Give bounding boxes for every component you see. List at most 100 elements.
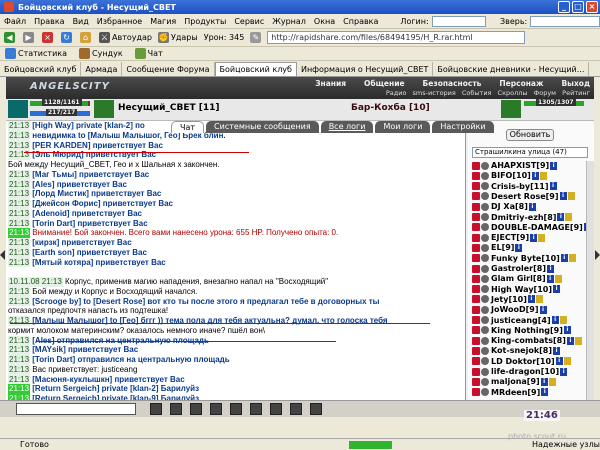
player-nick[interactable]: Gastroler[8] xyxy=(491,264,546,273)
player-list-item[interactable]: maljona[9] i xyxy=(472,377,556,387)
player-nick[interactable]: EL[9] xyxy=(491,243,514,252)
private-icon[interactable] xyxy=(472,161,480,170)
tab-player-info[interactable]: Информация о Несущий_СВЕТ xyxy=(297,62,434,76)
chat-timestamp[interactable]: 21:13 xyxy=(8,121,31,131)
nav-exit[interactable]: Выход xyxy=(561,79,590,88)
chat-message-input[interactable] xyxy=(16,403,136,415)
nav-security[interactable]: Безопасность xyxy=(423,79,482,88)
player-list-item[interactable]: Desert Rose[9] i xyxy=(472,192,575,202)
music-button[interactable] xyxy=(290,403,302,415)
info-icon[interactable]: i xyxy=(528,202,536,211)
subnav-sms[interactable]: sms-история xyxy=(413,89,456,97)
player1-name[interactable]: Несущий_СВЕТ [11] xyxy=(118,103,220,113)
chat-timestamp[interactable]: 21:13 xyxy=(8,345,31,355)
private-icon[interactable] xyxy=(472,346,480,355)
autoattack-button[interactable]: ⚔ Автоудар xyxy=(97,30,154,45)
nav-character[interactable]: Персонаж xyxy=(499,79,543,88)
tab-settings[interactable]: Настройки xyxy=(432,121,494,133)
chat-timestamp[interactable]: 21:13 xyxy=(8,364,31,375)
private-icon[interactable] xyxy=(472,377,480,386)
player-nick[interactable]: Glam Girl[8] xyxy=(491,274,546,283)
menu-help[interactable]: Справка xyxy=(343,17,378,26)
player-list-item[interactable]: DJ Xa[8] i xyxy=(472,202,536,212)
player-nick[interactable]: life-dragon[10] xyxy=(491,367,559,376)
send-button[interactable] xyxy=(150,403,162,415)
chat-timestamp[interactable]: 21:13 xyxy=(8,355,31,365)
player-list-item[interactable]: Dmitriy-ezh[8] i xyxy=(472,213,573,223)
tools-button[interactable]: ✎ xyxy=(248,30,265,45)
info-icon[interactable]: i xyxy=(527,295,535,304)
info-icon[interactable]: i xyxy=(560,254,568,263)
nav-communication[interactable]: Общение xyxy=(364,79,405,88)
info-icon[interactable]: i xyxy=(559,192,567,201)
options-button[interactable] xyxy=(310,403,322,415)
player-nick[interactable]: King-combats[8] xyxy=(491,336,566,345)
subnav-rating[interactable]: Рейтинг xyxy=(562,89,590,97)
chat-timestamp[interactable]: 21:13 xyxy=(8,189,31,199)
fav-chest[interactable]: Сундук xyxy=(77,47,125,60)
info-icon[interactable]: i xyxy=(546,264,554,273)
horizontal-scrollbar[interactable] xyxy=(0,417,600,429)
player-list-item[interactable]: justiceang[4] i xyxy=(472,316,567,326)
fav-chat[interactable]: Чат xyxy=(133,47,165,60)
private-icon[interactable] xyxy=(472,357,480,366)
player-nick[interactable]: Crisis-by[11] xyxy=(491,182,549,191)
info-icon[interactable]: i xyxy=(553,285,560,294)
subnav-forum[interactable]: Форум xyxy=(534,89,556,97)
player-list-item[interactable]: MRdeen[9] i xyxy=(472,388,549,398)
player-list-item[interactable]: Jety[10] i xyxy=(472,295,543,305)
chat-log[interactable]: 21:13 [High Way] private [klan-2] по 21:1… xyxy=(6,121,466,400)
player-nick[interactable]: MRdeen[9] xyxy=(491,388,540,397)
player-nick[interactable]: EJECT[9] xyxy=(491,233,529,242)
menu-view[interactable]: Вид xyxy=(73,17,89,26)
info-icon[interactable]: i xyxy=(566,336,574,345)
beast-select[interactable] xyxy=(530,15,600,27)
player-nick[interactable]: Dmitriy-ezh[8] xyxy=(491,213,556,222)
tab-all-logs[interactable]: Все логи xyxy=(320,121,374,133)
private-icon[interactable] xyxy=(472,326,480,335)
info-icon[interactable]: i xyxy=(557,213,565,221)
private-icon[interactable] xyxy=(472,295,480,304)
maximize-button[interactable]: □ xyxy=(572,1,584,13)
player-nick[interactable]: Jety[10] xyxy=(491,295,527,304)
player-nick[interactable]: Kot-snejok[8] xyxy=(491,346,552,355)
player-nick[interactable]: maljona[9] xyxy=(491,377,540,386)
refresh-chat-button[interactable] xyxy=(270,403,282,415)
clear-button[interactable] xyxy=(190,403,202,415)
login-field[interactable] xyxy=(431,15,486,27)
info-icon[interactable]: i xyxy=(560,367,568,376)
menu-magic[interactable]: Магия xyxy=(150,17,176,26)
chat-timestamp[interactable]: 21:13 xyxy=(8,296,31,307)
chat-timestamp[interactable]: 21:13 xyxy=(8,286,31,297)
chat-timestamp[interactable]: 21:13 xyxy=(8,238,31,248)
private-icon[interactable] xyxy=(472,182,480,191)
subnav-scrolls[interactable]: Скроллы xyxy=(498,89,528,97)
menu-file[interactable]: Файл xyxy=(4,17,26,26)
player-list-scrollbar[interactable] xyxy=(586,161,594,400)
chat-timestamp[interactable]: 21:13 xyxy=(8,247,31,258)
chat-timestamp[interactable]: 21:13 xyxy=(8,140,31,151)
player-nick[interactable]: DOUBLE-DAMAGE[9] xyxy=(491,223,583,232)
private-icon[interactable] xyxy=(472,243,480,252)
chat-timestamp[interactable]: 21:13 xyxy=(8,228,31,238)
info-icon[interactable]: i xyxy=(531,171,539,180)
player-nick[interactable]: King Nothing[9] xyxy=(491,326,563,335)
private-icon[interactable] xyxy=(472,192,480,201)
tab-system-messages[interactable]: Системные сообщения xyxy=(206,121,319,133)
tab-diaries[interactable]: Бойцовские дневники - Несущий... xyxy=(433,62,590,76)
info-icon[interactable]: i xyxy=(546,274,554,283)
info-icon[interactable]: i xyxy=(541,388,549,397)
info-icon[interactable]: i xyxy=(539,305,547,314)
private-icon[interactable] xyxy=(472,336,480,345)
player-list-item[interactable]: Kot-snejok[8] i xyxy=(472,346,561,356)
subnav-events[interactable]: События xyxy=(462,89,492,97)
player-list-item[interactable]: life-dragon[10] i xyxy=(472,367,568,377)
left-arrow-icon[interactable] xyxy=(0,250,5,260)
private-icon[interactable] xyxy=(472,171,480,180)
menu-journal[interactable]: Журнал xyxy=(272,17,306,26)
player-nick[interactable]: JoWooD[9] xyxy=(491,305,539,314)
private-icon[interactable] xyxy=(472,367,480,376)
chat-timestamp[interactable]: 21:13 xyxy=(8,208,31,219)
player-list-item[interactable]: EL[9] i xyxy=(472,243,523,253)
private-icon[interactable] xyxy=(472,213,480,221)
